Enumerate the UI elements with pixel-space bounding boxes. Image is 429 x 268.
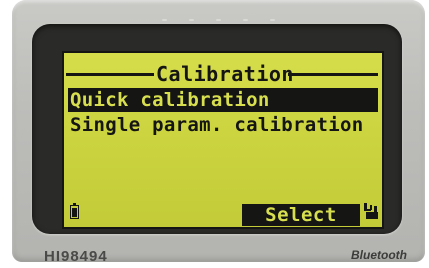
header-rule-left <box>66 73 154 76</box>
menu-item-single-param-calibration[interactable]: Single param. calibration <box>68 113 378 137</box>
menu-corner-icon <box>364 203 378 219</box>
lcd-screen: Calibration Quick calibration Single par… <box>62 51 384 229</box>
battery-icon <box>70 203 79 219</box>
screen-title: Calibration <box>156 62 294 86</box>
menu-item-quick-calibration[interactable]: Quick calibration <box>68 88 378 112</box>
meter-housing: Calibration Quick calibration Single par… <box>12 0 425 265</box>
display-bezel: Calibration Quick calibration Single par… <box>32 24 402 234</box>
model-label: HI98494 <box>44 248 108 265</box>
screen-header: Calibration <box>64 61 382 87</box>
bluetooth-logo: Bluetooth <box>351 248 407 262</box>
select-softkey[interactable]: Select <box>242 204 360 226</box>
top-indicator-dots <box>12 6 425 25</box>
header-rule-right <box>288 73 378 76</box>
